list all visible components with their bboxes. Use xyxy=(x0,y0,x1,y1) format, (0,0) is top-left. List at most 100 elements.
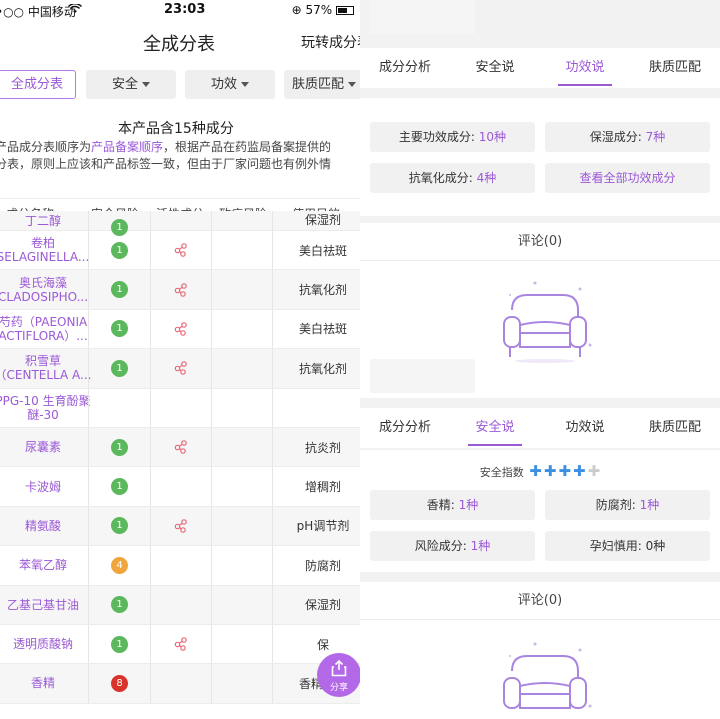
active-cell xyxy=(150,664,211,703)
tab-skin-match[interactable]: 肤质匹配 xyxy=(630,48,720,88)
acne-cell xyxy=(211,546,273,585)
filter-skin-match[interactable]: 肤质匹配 xyxy=(284,70,360,99)
acne-cell xyxy=(211,388,273,427)
tab-efficacy[interactable]: 功效说 xyxy=(540,48,630,88)
active-cell xyxy=(150,585,211,624)
desc-text: 。 xyxy=(0,173,360,190)
risk-cell: 1 xyxy=(88,585,150,624)
risk-badge: 1 xyxy=(111,438,128,456)
filter-efficacy-label: 功效 xyxy=(210,77,237,92)
risk-ingredient-card[interactable]: 风险成分: 1种 xyxy=(370,531,535,561)
comment-title: 评论(0) xyxy=(360,582,720,620)
acne-cell xyxy=(211,585,273,624)
purpose-cell: 增稠剂 xyxy=(304,480,341,495)
filing-order-link[interactable]: 产品备案顺序 xyxy=(91,140,163,154)
table-row[interactable]: 卡波姆 1 增稠剂 xyxy=(0,467,360,507)
preservative-card[interactable]: 防腐剂: 1种 xyxy=(545,490,710,520)
battery-icon xyxy=(336,6,354,15)
table-row[interactable]: 乙基己基甘油 1 保湿剂 xyxy=(0,585,360,625)
safety-index-rating: ✚ ✚ ✚ ✚ ✚ xyxy=(527,462,600,480)
chevron-down-icon xyxy=(241,82,249,87)
purpose-cell: 美白祛斑 xyxy=(298,243,347,258)
page-title: 全成分表 xyxy=(143,34,215,55)
safety-summary: 安全指数 ✚ ✚ ✚ ✚ ✚ 香精: 1种 防腐剂: 1种 风险成分: 1种 孕妇慎用:… xyxy=(360,450,720,572)
card-label: 香精: xyxy=(426,498,459,512)
safety-index-label: 安全指数 xyxy=(479,466,524,479)
card-label: 防腐剂: xyxy=(595,498,640,512)
table-row[interactable]: PPG-10 生育酚聚 醚-30 xyxy=(0,388,360,428)
pregnancy-card[interactable]: 孕妇慎用: 0种 xyxy=(545,531,710,561)
acne-cell xyxy=(211,211,273,230)
share-icon xyxy=(331,659,347,677)
safety-cross-icon: ✚ xyxy=(573,462,586,480)
carrier-label: •○○ 中国移动 xyxy=(0,5,76,19)
table-row[interactable]: 透明质酸钠 1 保 xyxy=(0,624,360,665)
card-label: 抗氧化成分: xyxy=(408,171,477,185)
acne-cell xyxy=(211,506,273,546)
antioxidant-card[interactable]: 抗氧化成分: 4种 xyxy=(370,163,535,193)
tab-analysis[interactable]: 成分分析 xyxy=(360,48,450,88)
table-row[interactable]: 香精8香精香料 xyxy=(0,664,360,704)
risk-cell: 1 xyxy=(88,211,150,236)
purpose-cell: 美白祛斑 xyxy=(298,322,347,337)
active-cell xyxy=(150,546,211,585)
ingredient-table: 丁二醇 1 保湿剂 卷柏 SELAGINELLA... 1 美白祛斑 奥氏海藻 CLADOS… xyxy=(0,211,360,704)
purpose-cell: 抗炎剂 xyxy=(304,440,341,455)
card-value: 10种 xyxy=(478,130,507,144)
risk-cell: 1 xyxy=(88,624,150,664)
table-row[interactable]: 苯氧乙醇 4 防腐剂 xyxy=(0,546,360,586)
filter-safety-label: 安全 xyxy=(111,77,138,92)
active-ingredient-icon xyxy=(174,361,187,376)
table-row[interactable]: 精氨酸 1 pH调节剂 xyxy=(0,506,360,547)
filter-safety[interactable]: 安全 xyxy=(86,70,176,99)
tab-safety[interactable]: 安全说 xyxy=(450,48,540,88)
purpose-cell: 抗氧化剂 xyxy=(298,283,347,298)
card-value: 1种 xyxy=(470,539,491,553)
table-row[interactable]: 积雪草 （CENTELLA A... 1 抗氧化剂 xyxy=(0,349,360,389)
wifi-icon xyxy=(67,2,83,17)
share-button[interactable]: 分享 xyxy=(317,653,360,697)
comment-section: 评论(0) xyxy=(360,582,720,719)
purpose-cell: pH调节剂 xyxy=(296,519,350,534)
main-efficacy-card[interactable]: 主要功效成分: 10种 xyxy=(370,122,535,152)
filter-skin-label: 肤质匹配 xyxy=(291,77,344,92)
acne-cell xyxy=(211,309,273,349)
view-all-efficacy-button[interactable]: 查看全部功效成分 xyxy=(545,163,710,193)
risk-cell: 1 xyxy=(88,349,150,388)
purpose-cell: 保湿剂 xyxy=(304,213,341,227)
active-cell xyxy=(150,231,211,270)
tab-safety[interactable]: 安全说 xyxy=(450,408,540,448)
moisture-card[interactable]: 保湿成分: 7种 xyxy=(545,122,710,152)
acne-cell xyxy=(211,467,273,506)
guide-link[interactable]: 玩转成分表 xyxy=(301,32,360,52)
acne-cell xyxy=(211,664,273,703)
purpose-cell: 保湿剂 xyxy=(304,598,341,613)
product-analysis-screen: 成分分析 安全说 功效说 肤质匹配 主要功效成分: 10种 保湿成分: 7种 抗… xyxy=(360,0,720,719)
lock-rotation-icon: ⊕ xyxy=(291,3,302,17)
filter-all-label: 全成分表 xyxy=(10,77,63,92)
acne-cell xyxy=(211,349,273,388)
safety-index: 安全指数 ✚ ✚ ✚ ✚ ✚ xyxy=(360,462,720,480)
active-cell xyxy=(150,427,211,467)
desc-text: ，根据产品在药监局备案提供的 xyxy=(163,140,332,154)
tab-skin-match[interactable]: 肤质匹配 xyxy=(630,408,720,448)
active-ingredient-icon xyxy=(174,322,187,336)
tab-efficacy[interactable]: 功效说 xyxy=(540,408,630,448)
table-row[interactable]: 尿囊素 1 抗炎剂 xyxy=(0,427,360,468)
acne-cell xyxy=(211,427,273,467)
table-row[interactable]: 丁二醇 1 保湿剂 xyxy=(0,211,360,236)
risk-badge: 1 xyxy=(111,635,128,653)
risk-badge: 1 xyxy=(111,478,128,496)
filter-efficacy[interactable]: 功效 xyxy=(185,70,275,99)
table-row[interactable]: 奥氏海藻 CLADOSIPHO... 1 抗氧化剂 xyxy=(0,270,360,310)
safety-cross-icon: ✚ xyxy=(529,462,542,480)
risk-cell: 1 xyxy=(88,427,150,467)
filter-all[interactable]: 全成分表 xyxy=(0,70,76,99)
card-value: 0种 xyxy=(645,539,666,553)
tab-analysis[interactable]: 成分分析 xyxy=(360,408,450,448)
table-row[interactable]: 芍药（PAEONIA ACTIFLORA）... 1 美白祛斑 xyxy=(0,309,360,350)
safety-cross-icon: ✚ xyxy=(558,462,572,480)
active-cell xyxy=(150,211,211,230)
fragrance-card[interactable]: 香精: 1种 xyxy=(370,490,535,520)
table-row[interactable]: 卷柏 SELAGINELLA... 1 美白祛斑 xyxy=(0,231,360,271)
